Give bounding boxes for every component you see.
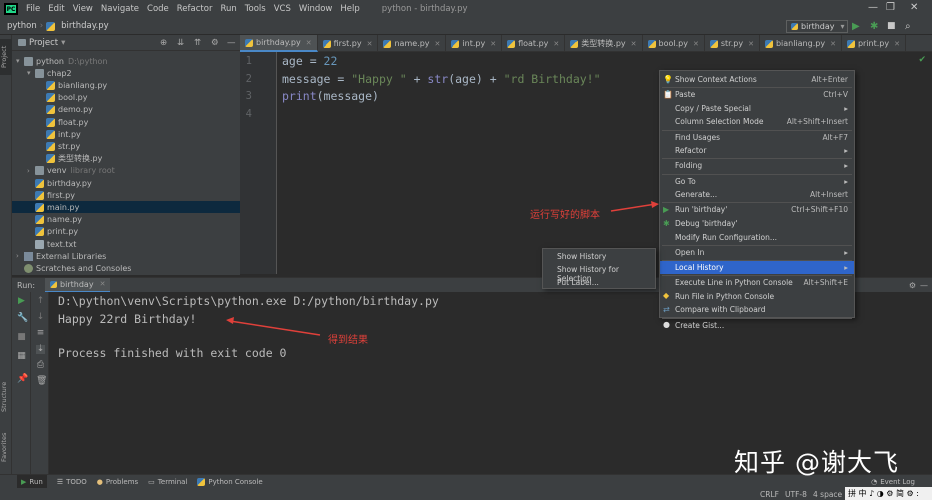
arrow-to-output [229,320,321,336]
annotation-arrows [226,201,659,336]
run-script-note: 运行写好的脚本 [530,210,600,221]
watermark: 知乎 @谢大飞 [734,448,899,477]
ime-toolbar[interactable]: 拼 中 ♪ ◑ ⚙ 简 ⚙ : [845,487,932,500]
arrow-head-run [651,201,659,208]
result-note: 得到结果 [328,335,368,346]
arrow-to-run [610,203,657,212]
arrow-head-output [226,317,234,324]
